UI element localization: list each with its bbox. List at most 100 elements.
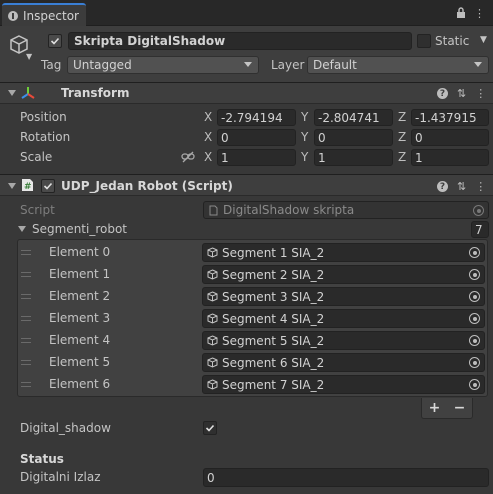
help-icon[interactable]: ?: [437, 181, 448, 192]
drag-handle-icon[interactable]: [21, 338, 31, 343]
help-icon[interactable]: ?: [437, 88, 448, 99]
gameobject-cube-icon: [207, 291, 218, 302]
list-size-input[interactable]: 7: [471, 221, 489, 238]
remove-element-button[interactable]: −: [454, 400, 466, 416]
preset-icon[interactable]: ⇅: [457, 87, 466, 100]
add-element-button[interactable]: +: [429, 400, 441, 416]
svg-text:#: #: [24, 182, 32, 192]
check-icon: [50, 37, 60, 45]
transform-title: Transform: [61, 86, 130, 100]
segment-value: Segment 3 SIA_2: [222, 289, 325, 304]
tag-label: Tag: [41, 58, 62, 72]
active-checkbox[interactable]: [48, 34, 62, 48]
drag-handle-icon[interactable]: [21, 272, 31, 277]
element-label: Element 6: [49, 377, 111, 391]
layer-label: Layer: [271, 58, 305, 72]
position-x-input[interactable]: -2.794194: [217, 109, 296, 126]
tab-label: Inspector: [23, 8, 79, 23]
static-checkbox[interactable]: [417, 34, 431, 48]
script-label: Script: [20, 203, 55, 217]
element-label: Element 0: [49, 245, 111, 259]
constrain-proportions-icon[interactable]: [181, 151, 195, 163]
check-icon: [43, 182, 53, 190]
segment-object-field[interactable]: Segment 6 SIA_2: [202, 353, 485, 372]
foldout-arrow-icon[interactable]: [8, 183, 16, 189]
segment-object-field[interactable]: Segment 7 SIA_2: [202, 375, 485, 394]
tab-inspector[interactable]: Inspector: [2, 3, 86, 26]
segment-object-field[interactable]: Segment 2 SIA_2: [202, 265, 485, 284]
list-label: Segmenti_robot: [32, 222, 128, 236]
element-label: Element 3: [49, 311, 111, 325]
kebab-menu-icon[interactable]: ⋮: [475, 180, 486, 193]
position-y-input[interactable]: -2.804741: [314, 109, 393, 126]
script-value: DigitalShadow skripta: [223, 203, 355, 217]
gameobject-name-input[interactable]: Skripta DigitalShadow: [68, 32, 412, 50]
segment-value: Segment 2 SIA_2: [222, 267, 325, 282]
icon-dropdown-arrow-icon[interactable]: ▼: [26, 52, 32, 61]
drag-handle-icon[interactable]: [21, 360, 31, 365]
axis-z-label: Z: [398, 150, 407, 164]
list-foldout-arrow-icon[interactable]: [18, 226, 26, 232]
transform-icon: [21, 87, 35, 99]
axis-z-label: Z: [398, 130, 407, 144]
scale-x-input[interactable]: 1: [217, 149, 296, 166]
script-file-icon: [209, 205, 218, 215]
axis-x-label: X: [204, 130, 213, 144]
axis-x-label: X: [204, 150, 213, 164]
position-z-input[interactable]: -1.437915: [411, 109, 489, 126]
segment-object-field[interactable]: Segment 5 SIA_2: [202, 331, 485, 350]
transform-header-icons: ? ⇅ ⋮: [437, 87, 486, 100]
object-picker-icon[interactable]: [469, 313, 480, 324]
static-dropdown-arrow-icon[interactable]: ▼: [480, 35, 487, 45]
segment-object-field[interactable]: Segment 1 SIA_2: [202, 243, 485, 262]
scale-z-input[interactable]: 1: [411, 149, 489, 166]
rotation-y-input[interactable]: 0: [314, 129, 393, 146]
lock-icon[interactable]: [456, 7, 466, 18]
chevron-down-icon: [474, 62, 482, 67]
kebab-menu-icon[interactable]: ⋮: [475, 87, 486, 100]
window-controls: ⋮: [456, 7, 485, 20]
digital-shadow-checkbox[interactable]: [203, 421, 217, 435]
static-label: Static: [435, 34, 470, 48]
gameobject-cube-icon: [207, 247, 218, 258]
drag-handle-icon[interactable]: [21, 294, 31, 299]
element-label: Element 2: [49, 289, 111, 303]
script-object-field: DigitalShadow skripta: [203, 201, 489, 219]
drag-handle-icon[interactable]: [21, 382, 31, 387]
gameobject-cube-icon: [207, 379, 218, 390]
object-picker-icon[interactable]: [469, 379, 480, 390]
digitalni-izlaz-input[interactable]: 0: [203, 468, 489, 487]
gameobject-cube-icon: [207, 335, 218, 346]
rotation-z-input[interactable]: 0: [411, 129, 489, 146]
segment-object-field[interactable]: Segment 4 SIA_2: [202, 309, 485, 328]
scale-y-input[interactable]: 1: [314, 149, 393, 166]
component-enabled-checkbox[interactable]: [41, 179, 55, 193]
segment-value: Segment 5 SIA_2: [222, 333, 325, 348]
object-picker-icon[interactable]: [469, 357, 480, 368]
gameobject-cube-icon: [207, 269, 218, 280]
preset-icon[interactable]: ⇅: [457, 180, 466, 193]
foldout-arrow-icon[interactable]: [8, 90, 16, 96]
axis-y-label: Y: [301, 130, 309, 144]
position-label: Position: [20, 110, 67, 124]
element-label: Element 1: [49, 267, 111, 281]
axis-y-label: Y: [301, 110, 309, 124]
layer-dropdown[interactable]: Default: [307, 56, 489, 74]
tag-dropdown[interactable]: Untagged: [67, 56, 259, 74]
object-picker-icon[interactable]: [469, 291, 480, 302]
object-picker-icon[interactable]: [469, 247, 480, 258]
list-add-remove: + −: [421, 398, 473, 419]
object-picker-icon[interactable]: [469, 335, 480, 346]
element-label: Element 5: [49, 355, 111, 369]
layer-value: Default: [313, 58, 357, 72]
segment-object-field[interactable]: Segment 3 SIA_2: [202, 287, 485, 306]
drag-handle-icon[interactable]: [21, 316, 31, 321]
drag-handle-icon[interactable]: [21, 250, 31, 255]
gameobject-cube-icon: [207, 357, 218, 368]
scale-label: Scale: [20, 150, 53, 164]
rotation-x-input[interactable]: 0: [217, 129, 296, 146]
script-header-icons: ? ⇅ ⋮: [437, 180, 486, 193]
kebab-menu-icon[interactable]: ⋮: [474, 7, 485, 20]
check-icon: [205, 424, 215, 432]
object-picker-icon[interactable]: [469, 269, 480, 280]
